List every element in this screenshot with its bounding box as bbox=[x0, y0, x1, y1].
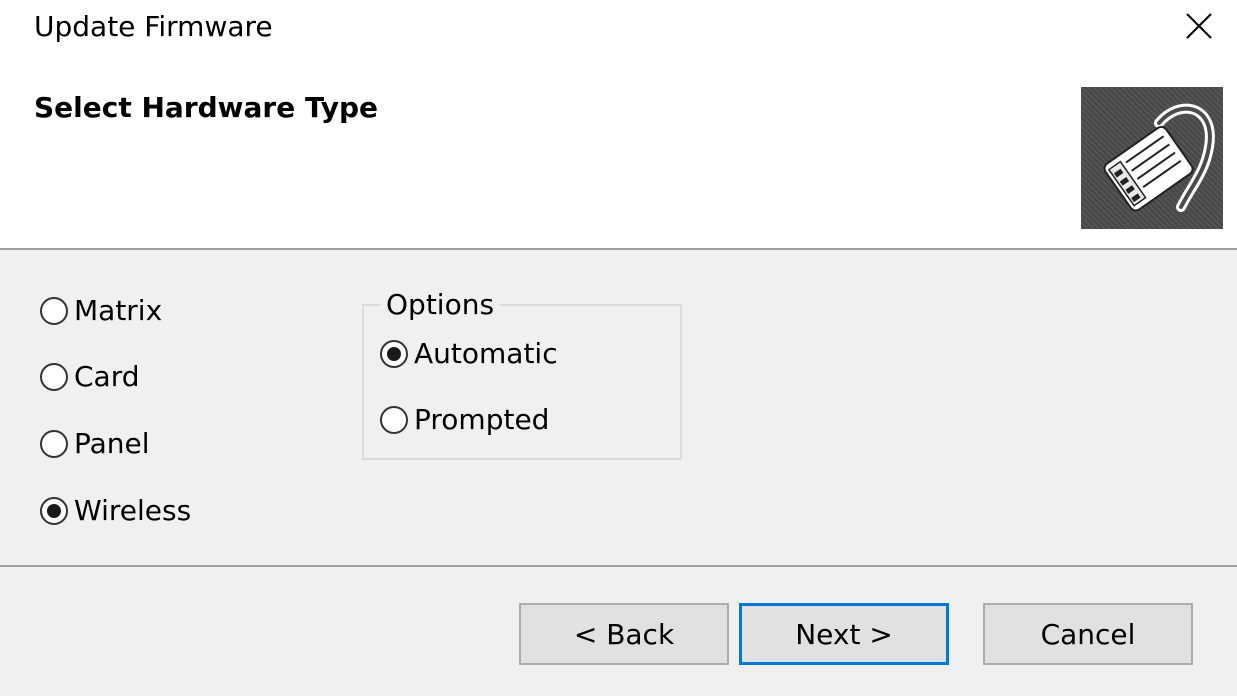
radio-label-wireless: Wireless bbox=[74, 494, 192, 527]
window-title: Update Firmware bbox=[34, 10, 273, 43]
radio-matrix[interactable]: Matrix bbox=[40, 291, 162, 331]
radio-label-automatic: Automatic bbox=[414, 337, 558, 370]
close-button[interactable] bbox=[1160, 0, 1237, 52]
radio-button-icon bbox=[380, 340, 408, 368]
footer-separator bbox=[0, 565, 1237, 567]
radio-label-panel: Panel bbox=[74, 427, 150, 460]
radio-automatic[interactable]: Automatic bbox=[380, 334, 558, 374]
radio-label-prompted: Prompted bbox=[414, 403, 550, 436]
page-title: Select Hardware Type bbox=[34, 91, 379, 124]
network-cable-icon bbox=[1103, 103, 1215, 212]
next-button[interactable]: Next > bbox=[739, 603, 949, 665]
options-legend: Options bbox=[380, 286, 501, 324]
radio-button-icon bbox=[380, 406, 408, 434]
radio-button-icon bbox=[40, 497, 68, 525]
radio-prompted[interactable]: Prompted bbox=[380, 400, 549, 440]
header-separator bbox=[0, 248, 1237, 250]
radio-label-card: Card bbox=[74, 360, 140, 393]
radio-wireless[interactable]: Wireless bbox=[40, 491, 191, 531]
radio-button-icon bbox=[40, 430, 68, 458]
close-icon bbox=[1185, 13, 1212, 39]
radio-panel[interactable]: Panel bbox=[40, 424, 150, 464]
radio-card[interactable]: Card bbox=[40, 357, 140, 397]
back-button[interactable]: < Back bbox=[519, 603, 729, 665]
radio-button-icon bbox=[40, 363, 68, 391]
wizard-header: Update Firmware Select Hardware Type bbox=[0, 0, 1237, 248]
radio-button-icon bbox=[40, 297, 68, 325]
radio-label-matrix: Matrix bbox=[74, 294, 163, 327]
hardware-image bbox=[1081, 87, 1223, 229]
cancel-button[interactable]: Cancel bbox=[983, 603, 1193, 665]
